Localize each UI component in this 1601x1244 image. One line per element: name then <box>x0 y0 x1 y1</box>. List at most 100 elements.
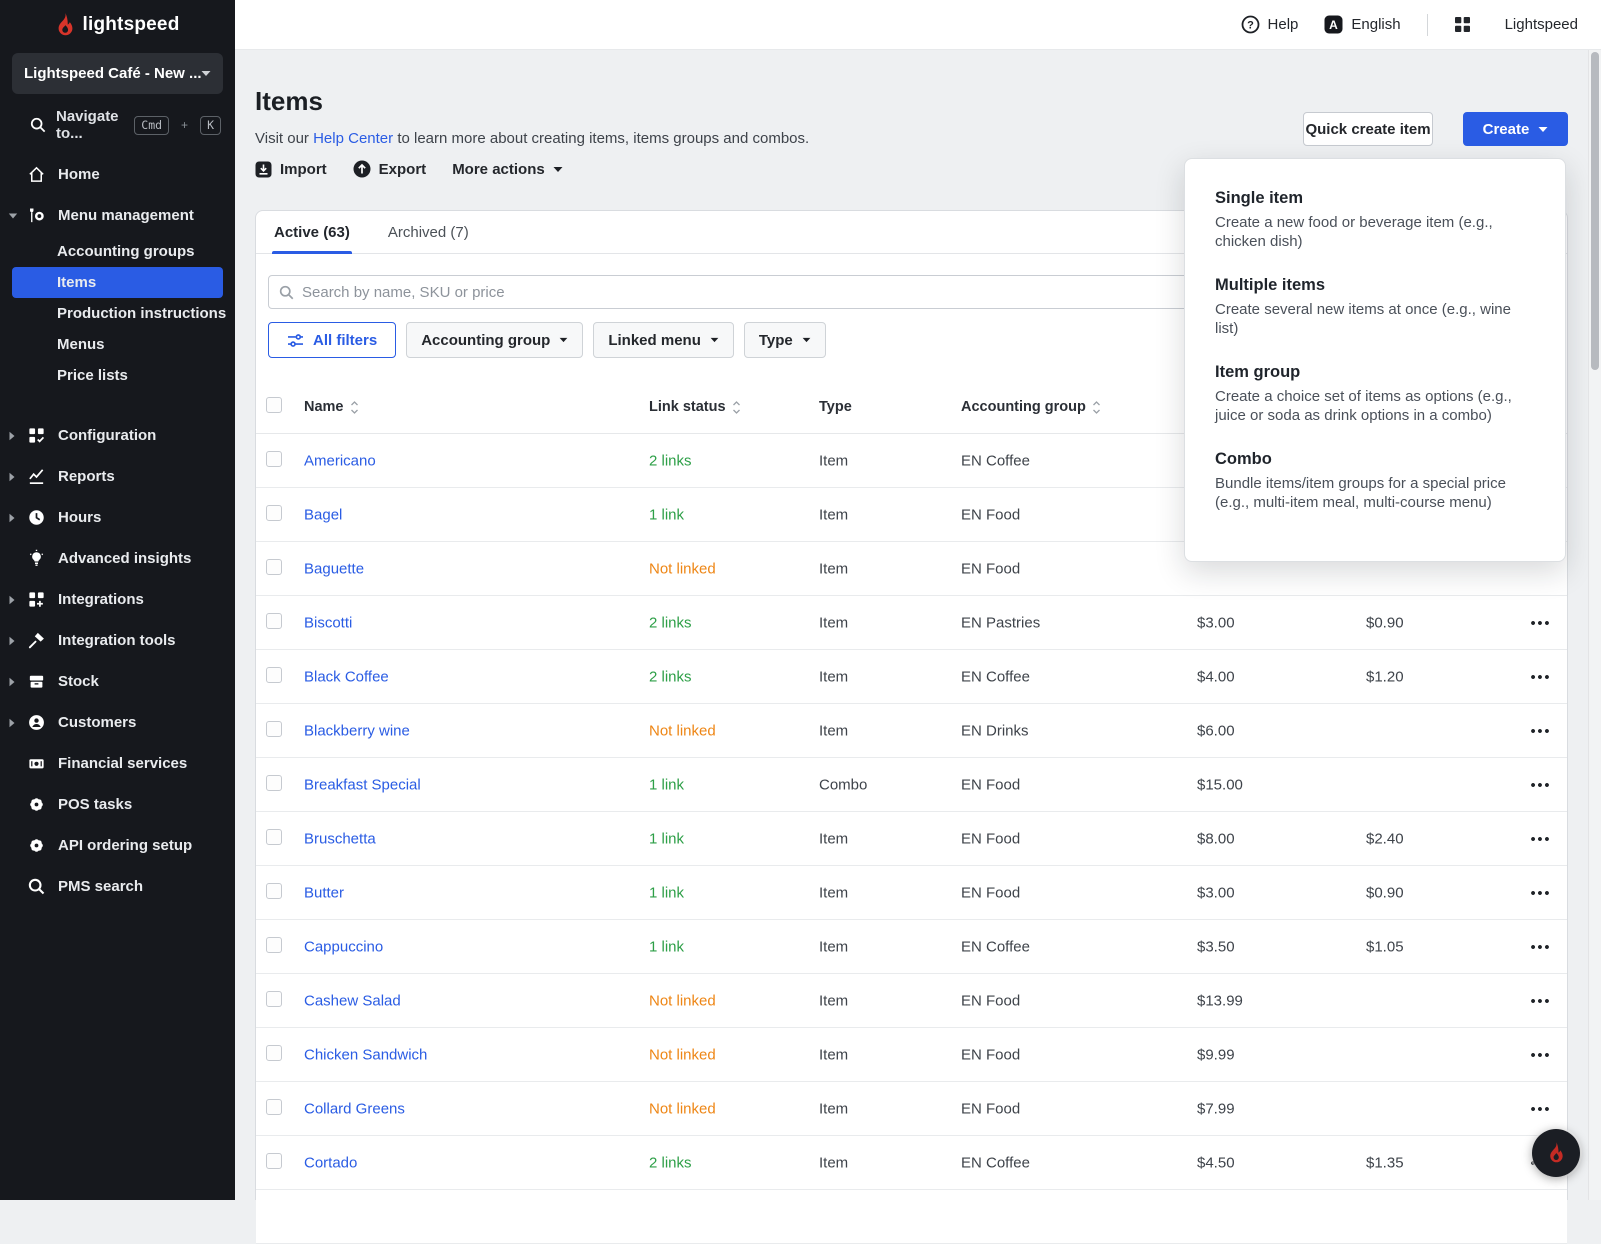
quick-create-item-button[interactable]: Quick create item <box>1303 112 1433 146</box>
row-actions-button[interactable]: ••• <box>1518 1046 1564 1063</box>
sidebar-item-integrations[interactable]: Integrations <box>0 579 235 620</box>
item-name-link[interactable]: Chicken Sandwich <box>304 1046 427 1063</box>
account-menu[interactable]: Lightspeed <box>1505 16 1578 33</box>
sidebar-item-hours[interactable]: Hours <box>0 497 235 538</box>
create-button[interactable]: Create <box>1463 112 1568 146</box>
create-menu-item-single-item[interactable]: Single itemCreate a new food or beverage… <box>1215 189 1541 251</box>
row-checkbox[interactable] <box>266 991 282 1007</box>
tab-archived-7-[interactable]: Archived (7) <box>386 211 471 254</box>
sidebar-item-financial-services[interactable]: Financial services <box>0 743 235 784</box>
item-name-link[interactable]: Biscotti <box>304 614 352 631</box>
column-header-accounting-group[interactable]: Accounting group <box>961 399 1101 415</box>
lightspeed-chat-fab[interactable] <box>1532 1129 1580 1177</box>
sidebar-item-customers[interactable]: Customers <box>0 702 235 743</box>
row-checkbox[interactable] <box>266 559 282 575</box>
filter-type-dropdown[interactable]: Type <box>744 322 826 358</box>
all-filters-button[interactable]: All filters <box>268 322 396 358</box>
more-actions-button[interactable]: More actions <box>452 161 563 178</box>
row-checkbox[interactable] <box>266 1099 282 1115</box>
row-checkbox[interactable] <box>266 775 282 791</box>
sidebar-item-production-instructions[interactable]: Production instructions <box>0 298 235 329</box>
sidebar-item-advanced-insights[interactable]: Advanced insights <box>0 538 235 579</box>
item-name-link[interactable]: Cashew Salad <box>304 992 401 1009</box>
sort-icon[interactable] <box>1092 401 1101 414</box>
row-actions-button[interactable]: ••• <box>1518 992 1564 1009</box>
help-center-link[interactable]: Help Center <box>313 130 393 147</box>
chevron-right-icon[interactable] <box>8 472 20 482</box>
item-name-link[interactable]: Collard Greens <box>304 1100 405 1117</box>
language-menu[interactable]: A English <box>1324 15 1400 34</box>
item-name-link[interactable]: Bagel <box>304 506 342 523</box>
filter-accounting-group-dropdown[interactable]: Accounting group <box>406 322 583 358</box>
row-actions-button[interactable]: ••• <box>1518 830 1564 847</box>
item-name-link[interactable]: Baguette <box>304 560 364 577</box>
help-menu[interactable]: ? Help <box>1241 15 1299 34</box>
row-actions-button[interactable]: ••• <box>1518 614 1564 631</box>
select-all-checkbox[interactable] <box>266 397 282 413</box>
item-name-link[interactable]: Cortado <box>304 1154 357 1171</box>
chevron-right-icon[interactable] <box>8 636 20 646</box>
create-menu-item-item-group[interactable]: Item groupCreate a choice set of items a… <box>1215 363 1541 425</box>
sidebar-item-accounting-groups[interactable]: Accounting groups <box>0 236 235 267</box>
import-button[interactable]: Import <box>255 161 327 178</box>
column-header-name[interactable]: Name <box>304 399 359 415</box>
chevron-right-icon[interactable] <box>8 513 20 523</box>
item-name-link[interactable]: Bruschetta <box>304 830 376 847</box>
sidebar-item-menu-management[interactable]: Menu management <box>0 195 235 236</box>
row-checkbox[interactable] <box>266 721 282 737</box>
chevron-right-icon[interactable] <box>8 595 20 605</box>
chevron-down-icon[interactable] <box>8 212 20 220</box>
accounting-group: EN Food <box>961 1100 1020 1117</box>
filter-linked-menu-dropdown[interactable]: Linked menu <box>593 322 734 358</box>
sidebar-item-menus[interactable]: Menus <box>0 329 235 360</box>
row-actions-button[interactable]: ••• <box>1518 884 1564 901</box>
item-name-link[interactable]: Americano <box>304 452 376 469</box>
row-actions-button[interactable]: ••• <box>1518 1100 1564 1117</box>
row-checkbox[interactable] <box>266 1153 282 1169</box>
sort-icon[interactable] <box>350 401 359 414</box>
chevron-right-icon[interactable] <box>8 677 20 687</box>
column-header-label: Type <box>819 399 852 415</box>
sidebar-item-pos-tasks[interactable]: POS tasks <box>0 784 235 825</box>
page-scrollbar-thumb[interactable] <box>1591 52 1599 370</box>
row-checkbox[interactable] <box>266 613 282 629</box>
column-header-link-status[interactable]: Link status <box>649 399 741 415</box>
item-name-link[interactable]: Black Coffee <box>304 668 389 685</box>
row-checkbox[interactable] <box>266 937 282 953</box>
row-checkbox[interactable] <box>266 667 282 683</box>
item-name-link[interactable]: Butter <box>304 884 344 901</box>
row-checkbox[interactable] <box>266 451 282 467</box>
sidebar-item-price-lists[interactable]: Price lists <box>0 360 235 391</box>
sort-icon[interactable] <box>732 401 741 414</box>
row-checkbox[interactable] <box>266 829 282 845</box>
tab-active-63-[interactable]: Active (63) <box>272 211 352 254</box>
column-header-label: Accounting group <box>961 399 1086 415</box>
item-name-link[interactable]: Blackberry wine <box>304 722 410 739</box>
row-actions-button[interactable]: ••• <box>1518 722 1564 739</box>
sidebar-item-api-ordering-setup[interactable]: API ordering setup <box>0 825 235 866</box>
store-selector[interactable]: Lightspeed Café - New ... <box>12 53 223 94</box>
page-scrollbar-track[interactable] <box>1588 50 1601 1200</box>
row-actions-button[interactable]: ••• <box>1518 938 1564 955</box>
create-menu-item-combo[interactable]: ComboBundle items/item groups for a spec… <box>1215 450 1541 512</box>
chevron-right-icon[interactable] <box>8 431 20 441</box>
sidebar-item-stock[interactable]: Stock <box>0 661 235 702</box>
sidebar-item-reports[interactable]: Reports <box>0 456 235 497</box>
sidebar-item-items[interactable]: Items <box>12 267 223 298</box>
chevron-right-icon[interactable] <box>8 718 20 728</box>
row-checkbox[interactable] <box>266 1045 282 1061</box>
navigate-to-search[interactable]: Navigate to... Cmd + K <box>0 108 235 142</box>
row-actions-button[interactable]: ••• <box>1518 668 1564 685</box>
apps-grid-button[interactable] <box>1454 16 1471 33</box>
export-button[interactable]: Export <box>353 160 427 178</box>
row-actions-button[interactable]: ••• <box>1518 776 1564 793</box>
sidebar-item-integration-tools[interactable]: Integration tools <box>0 620 235 661</box>
sidebar-item-pms-search[interactable]: PMS search <box>0 866 235 907</box>
create-menu-item-multiple-items[interactable]: Multiple itemsCreate several new items a… <box>1215 276 1541 338</box>
item-name-link[interactable]: Cappuccino <box>304 938 383 955</box>
row-checkbox[interactable] <box>266 505 282 521</box>
row-checkbox[interactable] <box>266 883 282 899</box>
sidebar-item-home[interactable]: Home <box>0 154 235 195</box>
sidebar-item-configuration[interactable]: Configuration <box>0 415 235 456</box>
item-name-link[interactable]: Breakfast Special <box>304 776 421 793</box>
